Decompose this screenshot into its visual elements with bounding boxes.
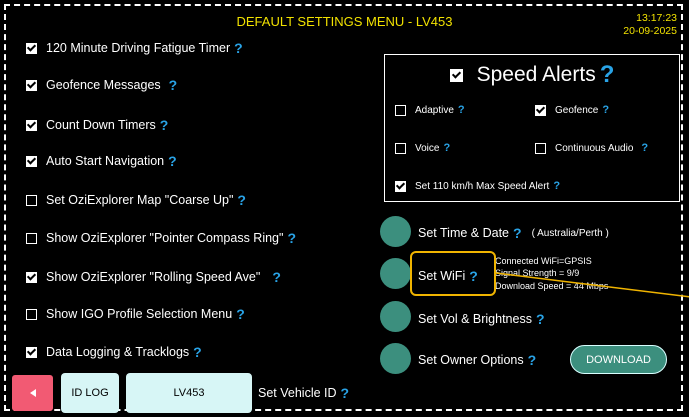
alert-max-speed[interactable]: Set 110 km/h Max Speed Alert ? [395, 180, 560, 192]
vol-brightness-label: Set Vol & Brightness ? [418, 311, 545, 327]
checkbox[interactable] [26, 119, 37, 131]
checkbox[interactable] [395, 104, 406, 116]
wifi-highlight-box [410, 251, 496, 296]
help-icon[interactable]: ? [458, 104, 465, 116]
clock: 13:17:23 20-09-2025 [623, 12, 677, 38]
setting-label: Show OziExplorer "Rolling Speed Ave" [46, 270, 261, 284]
setting-fatigue-timer[interactable]: 120 Minute Driving Fatigue Timer ? [26, 40, 243, 56]
checkbox[interactable] [26, 346, 37, 358]
setting-label: Geofence Messages [46, 78, 161, 92]
id-log-button[interactable]: ID LOG [61, 373, 119, 413]
help-icon[interactable]: ? [536, 311, 545, 327]
vol-brightness-button[interactable] [380, 301, 411, 332]
checkbox[interactable] [535, 104, 546, 116]
back-button[interactable] [12, 375, 53, 411]
owner-text: Set Owner Options [418, 353, 524, 367]
checkbox[interactable] [26, 308, 37, 320]
setting-auto-navigation[interactable]: Auto Start Navigation ? [26, 153, 177, 169]
setting-geofence-messages[interactable]: Geofence Messages ? [26, 77, 177, 93]
help-icon[interactable]: ? [602, 104, 609, 116]
setting-rolling-speed[interactable]: Show OziExplorer "Rolling Speed Ave" ? [26, 269, 281, 285]
alert-label: Continuous Audio [555, 142, 634, 154]
help-icon[interactable]: ? [168, 153, 177, 169]
help-icon[interactable]: ? [160, 117, 169, 133]
help-icon[interactable]: ? [193, 344, 202, 360]
time-date-label: Set Time & Date ? ( Australia/Perth ) [418, 225, 609, 241]
set-vehicle-text: Set Vehicle ID [258, 386, 337, 400]
alert-label: Voice [415, 142, 440, 154]
download-button[interactable]: DOWNLOAD [570, 345, 667, 374]
help-icon[interactable]: ? [237, 192, 246, 208]
help-icon[interactable]: ? [641, 142, 648, 154]
annotation-arrow [496, 272, 689, 298]
back-arrow-icon [29, 389, 36, 397]
checkbox[interactable] [26, 232, 37, 244]
vehicle-id-field[interactable]: LV453 [126, 373, 252, 413]
alert-continuous-audio[interactable]: Continuous Audio ? [535, 142, 648, 154]
setting-label: Show IGO Profile Selection Menu [46, 307, 233, 321]
wifi-connected: Connected WiFi=GPSIS [495, 256, 592, 266]
checkbox[interactable] [395, 142, 406, 154]
alert-adaptive[interactable]: Adaptive ? [395, 104, 465, 116]
checkbox[interactable] [395, 180, 406, 192]
page-title: DEFAULT SETTINGS MENU - LV453 [236, 14, 453, 29]
owner-options-button[interactable] [380, 343, 411, 374]
setting-label: Auto Start Navigation [46, 154, 165, 168]
checkbox[interactable] [26, 155, 37, 167]
speed-alerts-panel: Speed Alerts ? Adaptive ? Geofence ? Voi… [384, 54, 680, 202]
alert-label: Set 110 km/h Max Speed Alert [415, 180, 550, 192]
alert-label: Geofence [555, 104, 599, 116]
time-date-text: Set Time & Date [418, 226, 510, 240]
owner-options-label: Set Owner Options ? [418, 352, 536, 368]
alert-geofence[interactable]: Geofence ? [535, 104, 609, 116]
checkbox[interactable] [26, 42, 37, 54]
setting-label: 120 Minute Driving Fatigue Timer [46, 41, 231, 55]
setting-data-logging[interactable]: Data Logging & Tracklogs ? [26, 344, 202, 360]
wifi-button[interactable] [380, 258, 411, 289]
checkbox[interactable] [26, 271, 37, 283]
help-icon[interactable]: ? [528, 352, 537, 368]
help-icon[interactable]: ? [234, 40, 243, 56]
checkbox[interactable] [26, 194, 37, 206]
setting-countdown-timers[interactable]: Count Down Timers ? [26, 117, 168, 133]
setting-label: Count Down Timers [46, 118, 156, 132]
help-icon[interactable]: ? [169, 77, 178, 93]
timezone-text: ( Australia/Perth ) [531, 227, 609, 239]
clock-date: 20-09-2025 [623, 25, 677, 37]
help-icon[interactable]: ? [341, 385, 350, 401]
setting-label: Set OziExplorer Map "Coarse Up" [46, 193, 234, 207]
setting-compass-ring[interactable]: Show OziExplorer "Pointer Compass Ring" … [26, 230, 296, 246]
help-icon[interactable]: ? [272, 269, 281, 285]
setting-label: Data Logging & Tracklogs [46, 345, 190, 359]
checkbox[interactable] [449, 68, 463, 82]
checkbox[interactable] [535, 142, 546, 154]
help-icon[interactable]: ? [600, 61, 615, 89]
help-icon[interactable]: ? [236, 306, 245, 322]
time-date-button[interactable] [380, 216, 411, 247]
speed-alerts-title[interactable]: Speed Alerts ? [385, 61, 679, 89]
alert-voice[interactable]: Voice ? [395, 142, 450, 154]
set-vehicle-id[interactable]: Set Vehicle ID ? [258, 385, 349, 401]
alert-label: Adaptive [415, 104, 454, 116]
setting-igo-profile[interactable]: Show IGO Profile Selection Menu ? [26, 306, 245, 322]
checkbox[interactable] [26, 79, 37, 91]
help-icon[interactable]: ? [513, 225, 522, 241]
vol-text: Set Vol & Brightness [418, 312, 532, 326]
speed-alerts-label: Speed Alerts [476, 63, 596, 86]
help-icon[interactable]: ? [443, 142, 450, 154]
help-icon[interactable]: ? [553, 180, 560, 192]
setting-coarse-up[interactable]: Set OziExplorer Map "Coarse Up" ? [26, 192, 246, 208]
help-icon[interactable]: ? [287, 230, 296, 246]
clock-time: 13:17:23 [636, 12, 677, 24]
setting-label: Show OziExplorer "Pointer Compass Ring" [46, 231, 284, 245]
